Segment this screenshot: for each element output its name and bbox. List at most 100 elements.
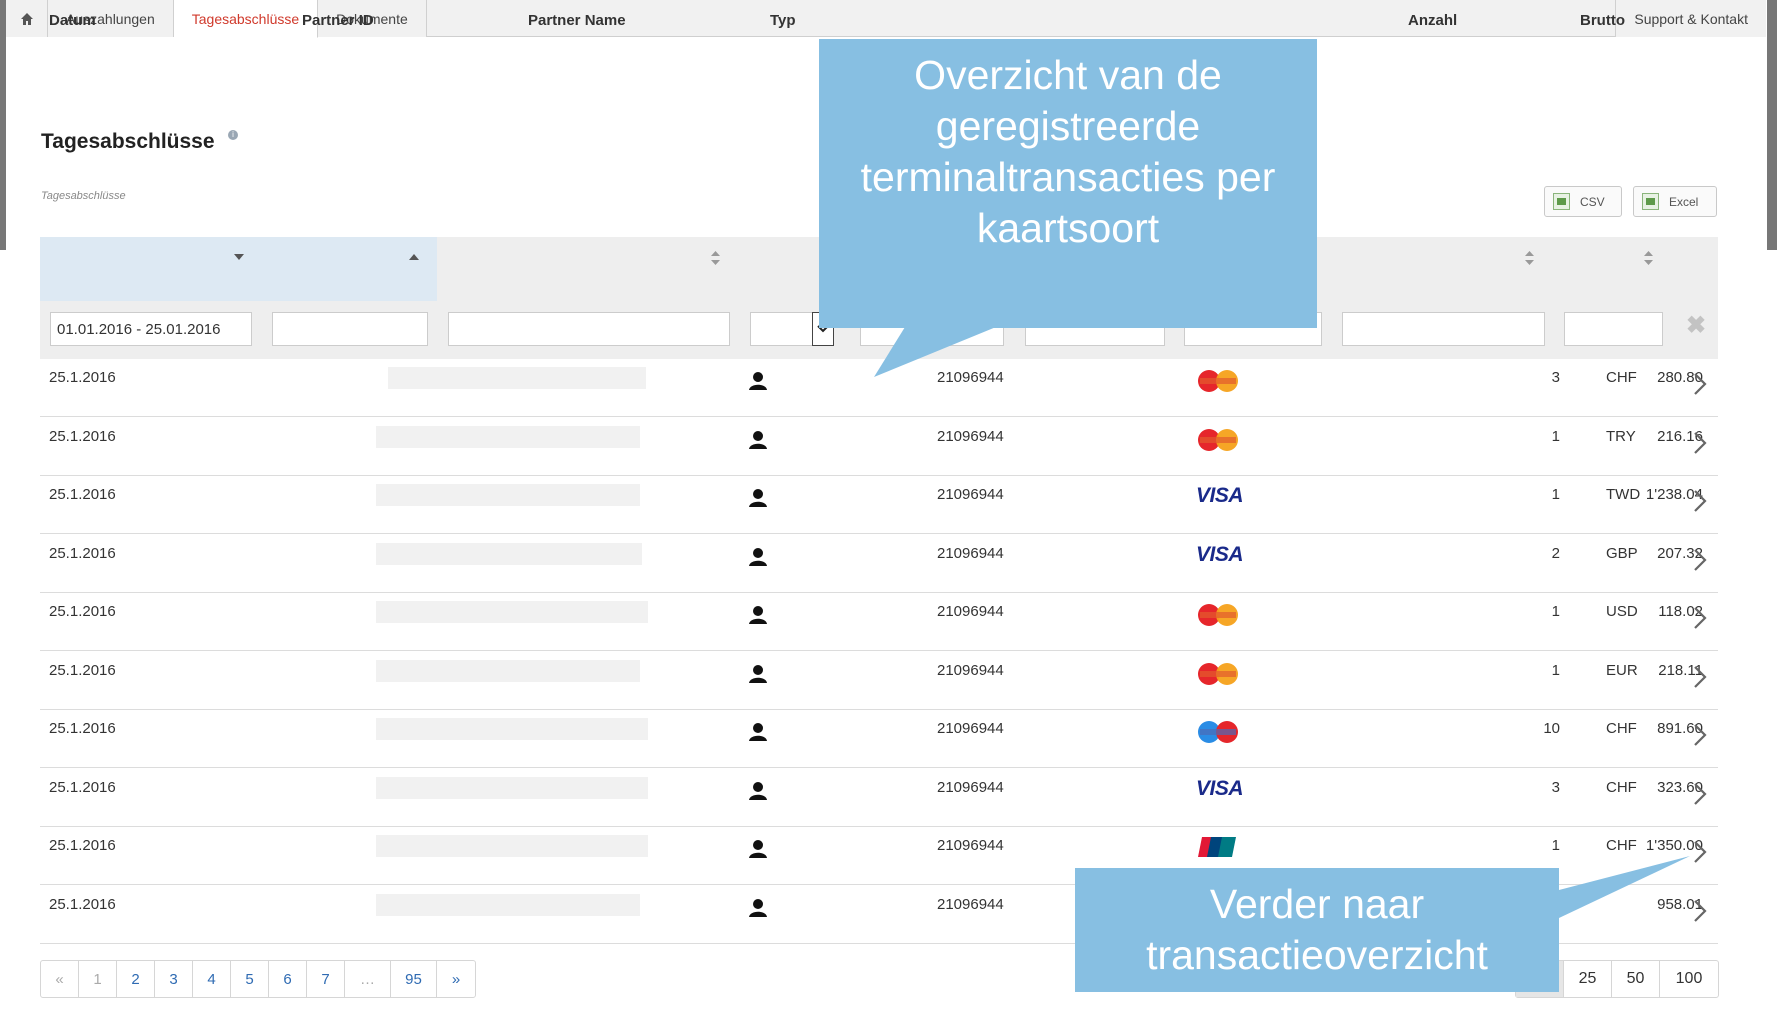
- clear-filter-icon[interactable]: ✖: [1686, 311, 1706, 340]
- partner-id-filter[interactable]: [272, 312, 428, 346]
- callout-overview: Overzicht van de geregistreerde terminal…: [819, 39, 1317, 328]
- count-cell: 10: [1543, 720, 1560, 737]
- col-anzahl[interactable]: Anzahl: [1408, 0, 1457, 64]
- count-cell: 1: [1551, 661, 1560, 679]
- app-frame: { "nav": { "home_icon": "home-icon", "ta…: [0, 0, 1777, 1016]
- info-icon[interactable]: i: [228, 130, 238, 140]
- amount-cell: 218.11: [1658, 661, 1703, 679]
- tab-tagesabschluesse[interactable]: Tagesabschlüsse: [173, 0, 319, 38]
- sort-asc-icon[interactable]: [409, 254, 419, 260]
- user-icon: [749, 781, 767, 800]
- sort-desc-icon[interactable]: [234, 254, 244, 260]
- partner-name-redacted: [376, 718, 648, 740]
- user-icon: [749, 606, 767, 624]
- amount-cell: 118.02: [1658, 603, 1703, 620]
- count-cell: 3: [1551, 369, 1560, 386]
- table-row[interactable]: 25.1.2016 21096944 1 EUR 218.11: [40, 651, 1718, 710]
- mastercard-icon: [1198, 370, 1238, 392]
- visa-icon: VISA: [1196, 484, 1244, 507]
- chevron-right-icon[interactable]: [1690, 722, 1710, 748]
- page-3[interactable]: 3: [155, 961, 193, 997]
- date-cell: 25.1.2016: [49, 369, 116, 386]
- page-size-50[interactable]: 50: [1612, 961, 1660, 997]
- terminal-id-cell: 21096944: [937, 661, 1004, 679]
- date-cell: 25.1.2016: [49, 895, 116, 913]
- amount-cell: 323.60: [1657, 778, 1703, 796]
- date-range-filter[interactable]: 01.01.2016 - 25.01.2016: [50, 312, 252, 346]
- chevron-right-icon[interactable]: [1690, 839, 1710, 865]
- sort-icon[interactable]: [1644, 251, 1653, 265]
- col-partner-id[interactable]: Partner ID: [302, 0, 374, 64]
- visa-icon: VISA: [1196, 542, 1244, 566]
- chevron-right-icon[interactable]: [1690, 547, 1710, 573]
- home-icon: [20, 12, 33, 25]
- sort-icon[interactable]: [711, 251, 720, 265]
- page-title: Tagesabschlüsse: [41, 130, 215, 153]
- date-cell: 25.1.2016: [49, 544, 116, 562]
- page-6[interactable]: 6: [269, 961, 307, 997]
- table-row[interactable]: 25.1.2016 21096944 1 USD 118.02: [40, 593, 1718, 651]
- terminal-id-cell: 21096944: [937, 603, 1004, 620]
- user-icon: [749, 372, 767, 390]
- pagination: « 1 2 3 4 5 6 7 … 95 »: [40, 960, 476, 998]
- page-ellipsis: …: [345, 961, 391, 997]
- terminal-id-cell: 21096944: [937, 778, 1004, 796]
- table-row[interactable]: 25.1.2016 21096944 VISA 1 TWD 1'238.04: [40, 476, 1718, 534]
- chevron-right-icon[interactable]: [1690, 371, 1710, 397]
- chevron-right-icon[interactable]: [1690, 430, 1710, 456]
- sort-icon[interactable]: [1525, 251, 1534, 265]
- page-next[interactable]: »: [437, 961, 475, 997]
- page-95[interactable]: 95: [391, 961, 437, 997]
- date-cell: 25.1.2016: [49, 837, 116, 854]
- page-prev[interactable]: «: [41, 961, 79, 997]
- col-brutto[interactable]: Brutto: [1580, 0, 1625, 64]
- terminal-id-cell: 21096944: [937, 544, 1004, 562]
- partner-name-filter[interactable]: [448, 312, 730, 346]
- page-5[interactable]: 5: [231, 961, 269, 997]
- chevron-right-icon[interactable]: [1690, 664, 1710, 690]
- chevron-right-icon[interactable]: [1690, 898, 1710, 924]
- page-7[interactable]: 7: [307, 961, 345, 997]
- page-size-100[interactable]: 100: [1660, 961, 1718, 997]
- table-row[interactable]: 25.1.2016 21096944 VISA 2 GBP 207.32: [40, 534, 1718, 593]
- chevron-right-icon[interactable]: [1690, 605, 1710, 631]
- user-icon: [749, 664, 767, 683]
- support-link[interactable]: Support & Kontakt: [1615, 0, 1766, 37]
- amount-cell: 207.32: [1657, 544, 1703, 562]
- partner-name-redacted: [388, 367, 646, 389]
- callout-details: Verder naar transactieoverzicht: [1075, 868, 1559, 992]
- page-size-25[interactable]: 25: [1564, 961, 1612, 997]
- table-row[interactable]: 25.1.2016 21096944 VISA 3 CHF 323.60: [40, 768, 1718, 827]
- mastercard-icon: [1198, 604, 1238, 626]
- partner-name-redacted: [376, 601, 648, 623]
- csv-export-button[interactable]: CSV: [1544, 186, 1622, 217]
- page-2[interactable]: 2: [117, 961, 155, 997]
- col-datum[interactable]: Datum: [49, 0, 96, 64]
- date-cell: 25.1.2016: [49, 486, 116, 503]
- chevron-right-icon[interactable]: [1690, 781, 1710, 807]
- home-tab[interactable]: [6, 0, 48, 37]
- brutto-filter[interactable]: [1564, 312, 1663, 346]
- table-row[interactable]: 25.1.2016 21096944 1 TRY 216.16: [40, 417, 1718, 476]
- col-partner-name[interactable]: Partner Name: [528, 0, 626, 64]
- date-cell: 25.1.2016: [49, 427, 116, 445]
- user-icon: [749, 898, 767, 917]
- table-row[interactable]: 25.1.2016 21096944 3 CHF 280.80: [40, 359, 1718, 417]
- page-4[interactable]: 4: [193, 961, 231, 997]
- csv-label: CSV: [1580, 194, 1605, 209]
- chevron-right-icon[interactable]: [1690, 488, 1710, 514]
- unionpay-icon: [1198, 837, 1236, 857]
- terminal-id-cell: 21096944: [937, 895, 1004, 913]
- col-typ[interactable]: Typ: [770, 0, 796, 64]
- partner-name-redacted: [376, 659, 640, 682]
- table-row[interactable]: 25.1.2016 21096944 10 CHF 891.60: [40, 710, 1718, 768]
- amount-cell: 958.01: [1657, 895, 1703, 913]
- user-icon: [749, 430, 767, 449]
- excel-label: Excel: [1669, 194, 1699, 209]
- partner-name-redacted: [376, 425, 640, 448]
- excel-export-button[interactable]: Excel: [1633, 186, 1717, 217]
- amount-cell: 1'238.04: [1645, 486, 1703, 503]
- user-icon: [749, 547, 767, 566]
- anzahl-filter[interactable]: [1342, 312, 1545, 346]
- page-1[interactable]: 1: [79, 961, 117, 997]
